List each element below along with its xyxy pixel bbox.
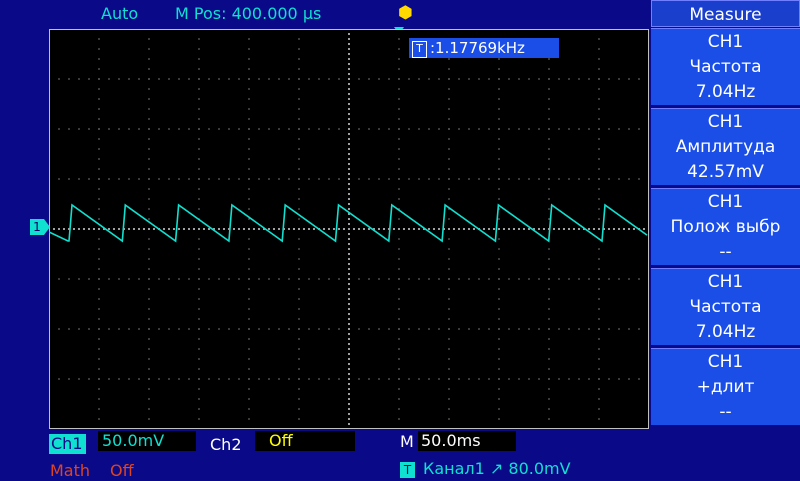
measure-channel: CH1	[707, 272, 744, 292]
usb-icon: ⬢	[398, 3, 413, 23]
ch1-level-marker[interactable]: 1	[30, 219, 50, 235]
ch1-label[interactable]: Ch1	[49, 434, 86, 454]
trigger-info-text: Канал1 ↗ 80.0mV	[423, 459, 571, 478]
waveform-display	[49, 29, 649, 429]
measure-name: Амплитуда	[675, 137, 776, 157]
frequency-value: :1.17769kHz	[430, 39, 525, 57]
measure-title[interactable]: Measure	[651, 0, 800, 27]
measure-value: --	[719, 242, 732, 262]
measure-item-3[interactable]: CH1 Полож выбр --	[651, 188, 800, 266]
ch2-label[interactable]: Ch2	[210, 435, 242, 455]
measure-name: +длит	[696, 377, 755, 397]
measure-name: Полож выбр	[670, 217, 781, 237]
measure-channel: CH1	[707, 32, 744, 52]
trigger-info: T Канал1 ↗ 80.0mV	[400, 459, 571, 479]
horizontal-position-readout: M Pos: 400.000 µs	[175, 4, 322, 23]
run-mode-label: Auto	[101, 4, 139, 23]
measure-value: 7.04Hz	[695, 82, 756, 102]
ch2-scale: Off	[255, 431, 355, 451]
timebase-scale: 50.0ms	[418, 431, 516, 451]
measure-channel: CH1	[707, 112, 744, 132]
measure-value: 42.57mV	[687, 162, 764, 182]
measure-item-2[interactable]: CH1 Амплитуда 42.57mV	[651, 108, 800, 186]
measure-name: Частота	[689, 57, 762, 77]
timebase-label: M	[400, 432, 414, 451]
status-bar: Auto M Pos: 400.000 µs ⬢	[0, 0, 648, 28]
measure-value: 7.04Hz	[695, 322, 756, 342]
measure-item-4[interactable]: CH1 Частота 7.04Hz	[651, 268, 800, 346]
frequency-counter: T:1.17769kHz	[409, 38, 559, 58]
ch1-scale: 50.0mV	[98, 431, 196, 451]
measure-name: Частота	[689, 297, 762, 317]
measure-item-1[interactable]: CH1 Частота 7.04Hz	[651, 28, 800, 106]
measure-item-5[interactable]: CH1 +длит --	[651, 348, 800, 426]
measure-panel: Measure CH1 Частота 7.04Hz CH1 Амплитуда…	[651, 0, 800, 480]
math-label[interactable]: Math	[50, 461, 90, 481]
measure-channel: CH1	[707, 352, 744, 372]
bottom-status-bar: Ch1 50.0mV Ch2 Off M 50.0ms Math Off T Ка…	[0, 430, 648, 480]
math-value: Off	[110, 461, 134, 480]
trigger-badge-icon: T	[412, 41, 427, 58]
trigger-icon: T	[400, 462, 415, 478]
measure-value: --	[719, 402, 732, 422]
measure-channel: CH1	[707, 192, 744, 212]
